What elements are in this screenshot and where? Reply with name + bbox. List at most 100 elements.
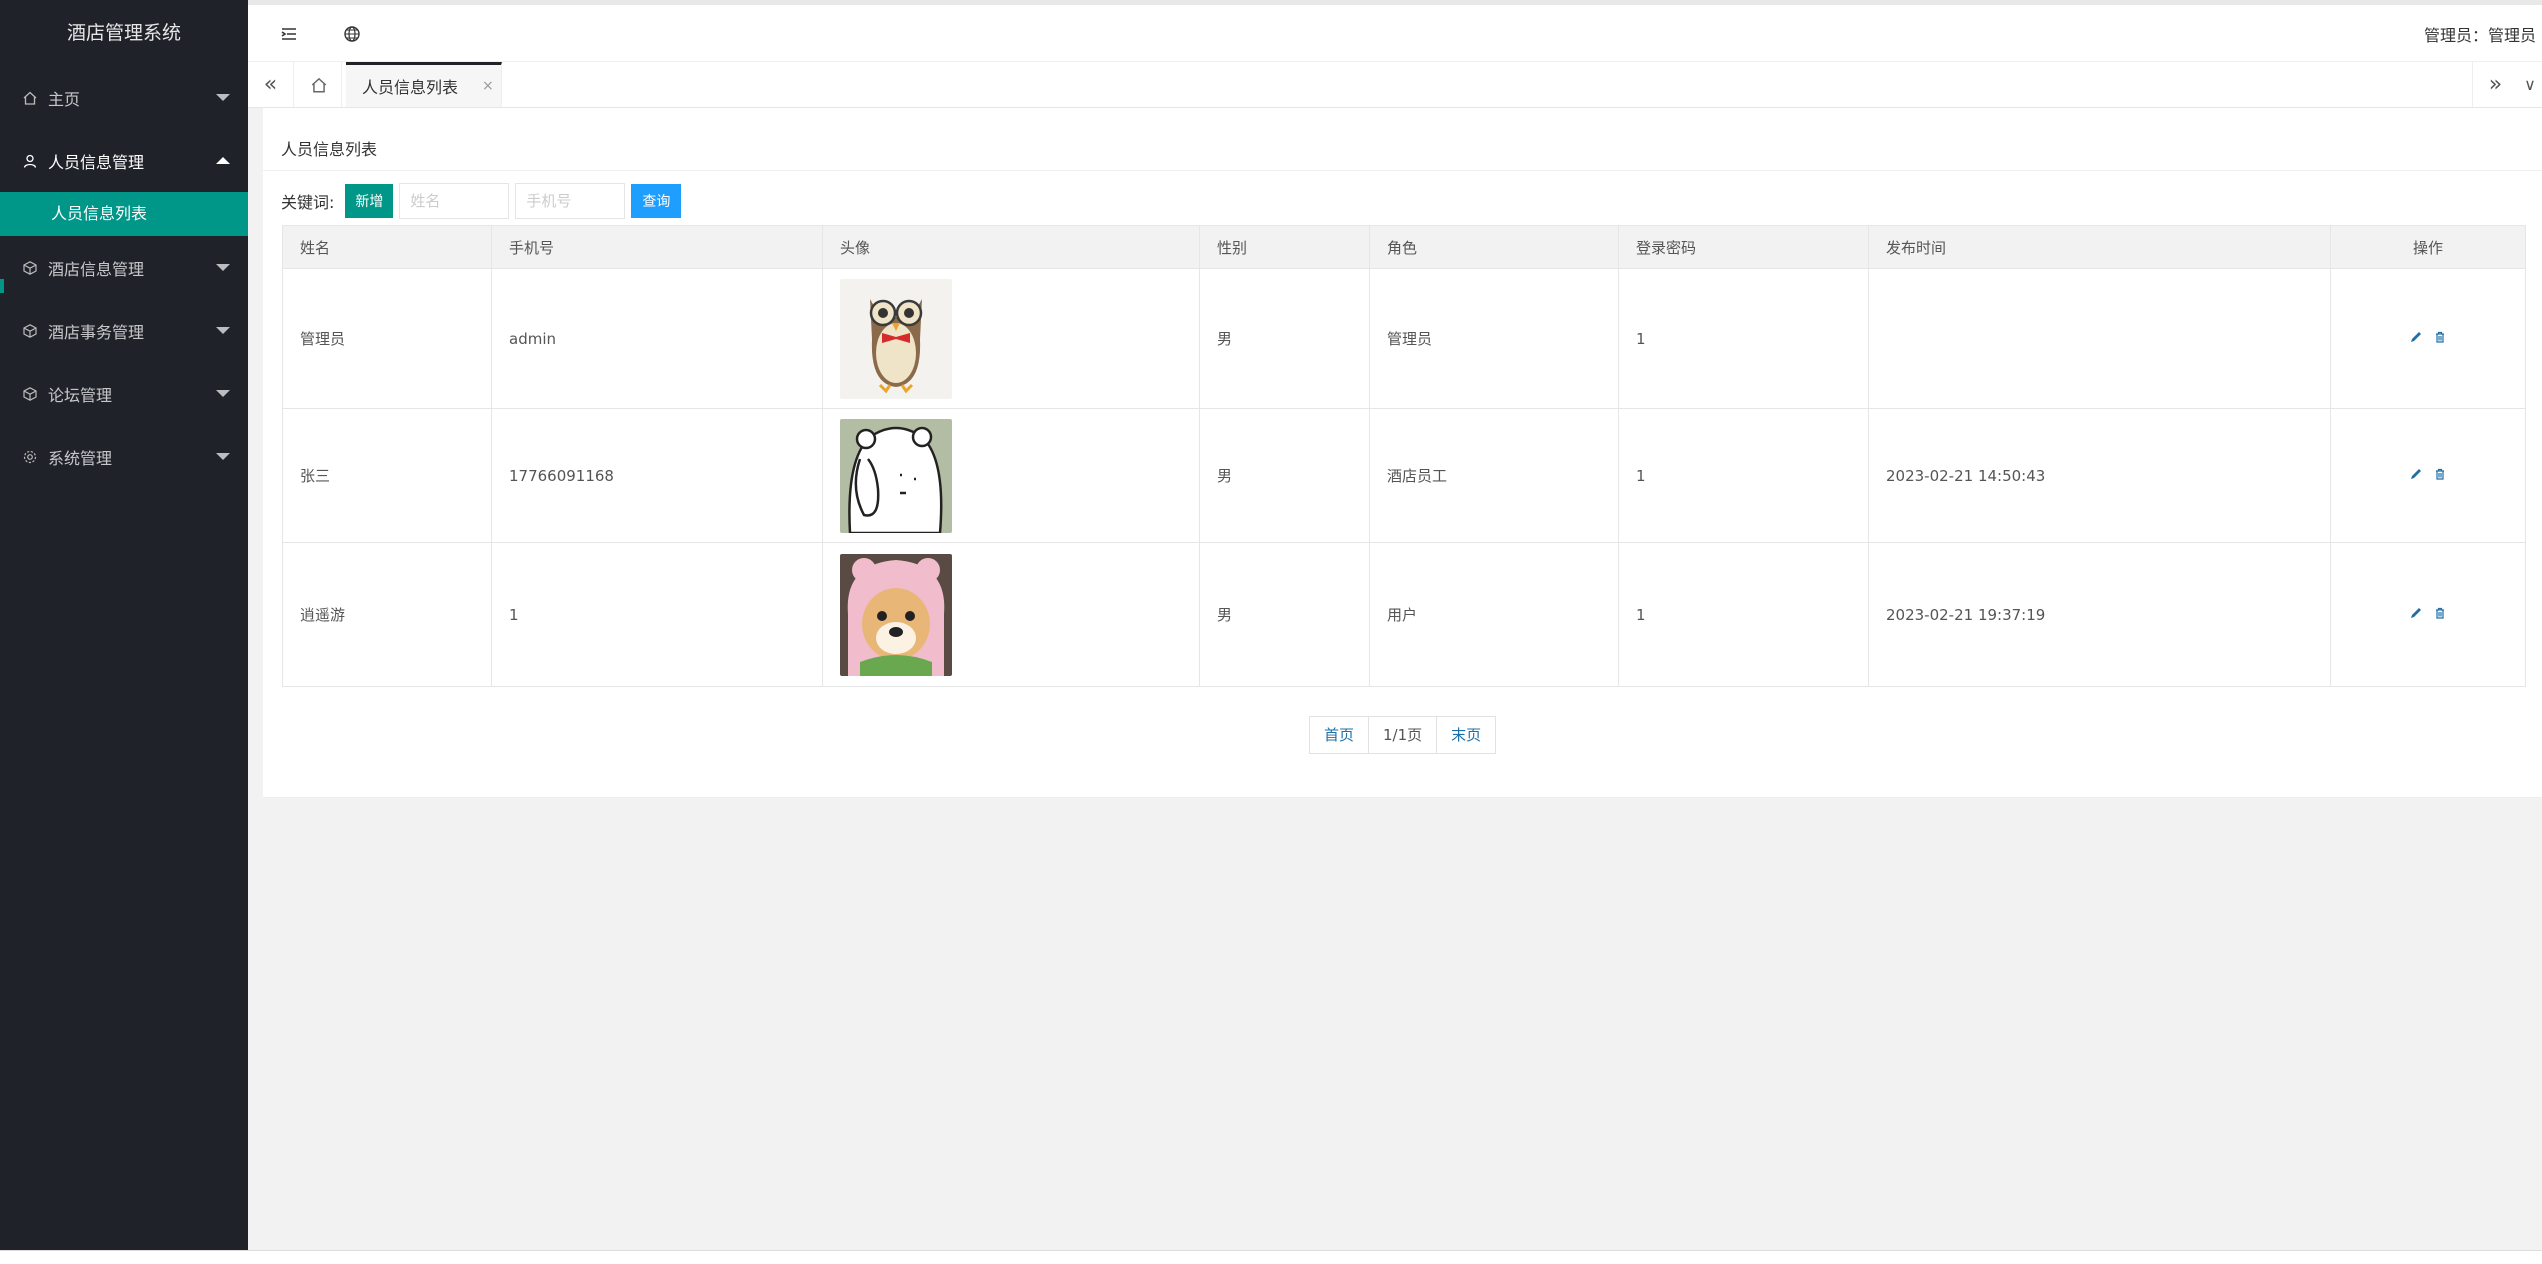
last-page-link[interactable]: 末页 <box>1437 717 1496 753</box>
tabs-scroll-left-icon[interactable]: « <box>248 62 294 107</box>
user-icon <box>22 153 38 169</box>
sidebar-item-label: 酒店事务管理 <box>48 322 145 342</box>
cell-name: 张三 <box>282 408 492 543</box>
cube-icon <box>22 386 38 402</box>
tabs-bar: « 人员信息列表 × » ∨ <box>248 62 2542 108</box>
keyword-label: 关键词: <box>281 193 335 212</box>
cell-phone: admin <box>491 268 823 409</box>
bear-avatar <box>840 418 952 533</box>
cell-password: 1 <box>1618 268 1869 409</box>
column-header: 操作 <box>2330 225 2526 269</box>
column-header: 角色 <box>1369 225 1619 269</box>
table-row: 管理员 admin 男 管理员 1 <box>282 268 2526 409</box>
chevron-down-icon <box>216 264 230 271</box>
cell-time <box>1868 268 2331 409</box>
sidebar-item-label: 主页 <box>48 89 81 109</box>
table-header-row: 姓名 手机号 头像 性别 角色 登录密码 发布时间 操作 <box>282 225 2526 269</box>
sidebar-item-label: 系统管理 <box>48 448 113 468</box>
cell-gender: 男 <box>1199 542 1370 687</box>
close-icon[interactable]: × <box>482 78 494 94</box>
personnel-table: 姓名 手机号 头像 性别 角色 登录密码 发布时间 操作 管理员 admin 男… <box>282 225 2526 687</box>
trash-icon[interactable] <box>2433 606 2447 620</box>
cell-gender: 男 <box>1199 408 1370 543</box>
cube-icon <box>22 260 38 276</box>
column-header: 发布时间 <box>1868 225 2331 269</box>
cell-phone: 17766091168 <box>491 408 823 543</box>
first-page-link[interactable]: 首页 <box>1310 717 1370 753</box>
current-page-indicator: 1/1页 <box>1369 717 1438 753</box>
owl-avatar <box>840 278 952 399</box>
phone-search-input[interactable] <box>515 183 626 219</box>
cell-role: 管理员 <box>1369 268 1619 409</box>
dog-avatar <box>840 553 952 676</box>
column-header: 性别 <box>1199 225 1370 269</box>
chevron-down-icon <box>216 94 230 101</box>
sidebar-item-forum[interactable]: 论坛管理 <box>0 362 248 425</box>
menu-fold-icon[interactable] <box>278 23 300 45</box>
sidebar-item-hotel-affairs[interactable]: 酒店事务管理 <box>0 299 248 362</box>
sidebar-item-label: 酒店信息管理 <box>48 259 145 279</box>
cube-icon <box>22 323 38 339</box>
cell-time: 2023-02-21 19:37:19 <box>1868 542 2331 687</box>
cell-name: 逍遥游 <box>282 542 492 687</box>
home-icon <box>22 90 38 106</box>
cell-actions <box>2330 408 2526 543</box>
list-card: 人员信息列表 关键词: 新增 查询 姓名 手机号 头像 性别 角色 登录密码 发… <box>263 108 2542 798</box>
cell-gender: 男 <box>1199 268 1370 409</box>
cell-phone: 1 <box>491 542 823 687</box>
tabs-scroll-right-icon[interactable]: » <box>2472 62 2518 107</box>
edit-icon[interactable] <box>2409 606 2423 620</box>
column-header: 登录密码 <box>1618 225 1869 269</box>
sidebar-item-personnel[interactable]: 人员信息管理 <box>0 129 248 192</box>
globe-icon[interactable] <box>341 23 363 45</box>
cell-actions <box>2330 542 2526 687</box>
edit-icon[interactable] <box>2409 330 2423 344</box>
name-search-input[interactable] <box>399 183 510 219</box>
divider <box>263 170 2542 171</box>
cell-avatar <box>822 408 1200 543</box>
cell-role: 用户 <box>1369 542 1619 687</box>
pagination: 首页 1/1页 末页 <box>1309 716 1497 754</box>
column-header: 姓名 <box>282 225 492 269</box>
trash-icon[interactable] <box>2433 467 2447 481</box>
chevron-down-icon <box>216 390 230 397</box>
cell-password: 1 <box>1618 542 1869 687</box>
add-button[interactable]: 新增 <box>345 184 394 218</box>
chevron-down-icon[interactable]: ∨ <box>2518 62 2542 107</box>
sidebar-subitem-personnel-list[interactable]: 人员信息列表 <box>0 192 248 236</box>
edit-icon[interactable] <box>2409 467 2423 481</box>
cell-actions <box>2330 268 2526 409</box>
cell-password: 1 <box>1618 408 1869 543</box>
search-toolbar: 关键词: 新增 查询 <box>281 183 682 219</box>
sidebar-item-label: 人员信息管理 <box>48 152 145 172</box>
home-tab-icon[interactable] <box>296 62 342 107</box>
trash-icon[interactable] <box>2433 330 2447 344</box>
table-row: 逍遥游 1 男 用户 1 2023-02-21 19:37:19 <box>282 542 2526 687</box>
sidebar-item-label: 论坛管理 <box>48 385 113 405</box>
top-header: 管理员：管理员 <box>248 0 2542 62</box>
sidebar-item-hotel-info[interactable]: 酒店信息管理 <box>0 236 248 299</box>
current-user-label[interactable]: 管理员：管理员 <box>2424 22 2536 46</box>
active-marker <box>0 279 4 293</box>
cell-time: 2023-02-21 14:50:43 <box>1868 408 2331 543</box>
sidebar-item-system[interactable]: 系统管理 <box>0 425 248 488</box>
search-button[interactable]: 查询 <box>631 184 682 218</box>
bottom-scrollbar[interactable] <box>0 1250 2542 1264</box>
cell-avatar <box>822 268 1200 409</box>
tab-personnel-list[interactable]: 人员信息列表 × <box>346 62 502 107</box>
chevron-down-icon <box>216 453 230 460</box>
table-row: 张三 17766091168 男 酒店员工 1 2023-02-21 14:50… <box>282 408 2526 543</box>
sidebar: 酒店管理系统 主页 人员信息管理 人员信息列表 酒店信息管理 酒店事务管理 论坛… <box>0 0 248 1250</box>
cell-role: 酒店员工 <box>1369 408 1619 543</box>
chevron-down-icon <box>216 327 230 334</box>
tab-label: 人员信息列表 <box>362 78 459 97</box>
app-title: 酒店管理系统 <box>66 22 181 44</box>
page-title: 人员信息列表 <box>281 140 378 159</box>
column-header: 手机号 <box>491 225 823 269</box>
chevron-up-icon <box>216 157 230 164</box>
column-header: 头像 <box>822 225 1200 269</box>
gear-icon <box>22 449 38 465</box>
cell-avatar <box>822 542 1200 687</box>
sidebar-item-home[interactable]: 主页 <box>0 66 248 129</box>
cell-name: 管理员 <box>282 268 492 409</box>
